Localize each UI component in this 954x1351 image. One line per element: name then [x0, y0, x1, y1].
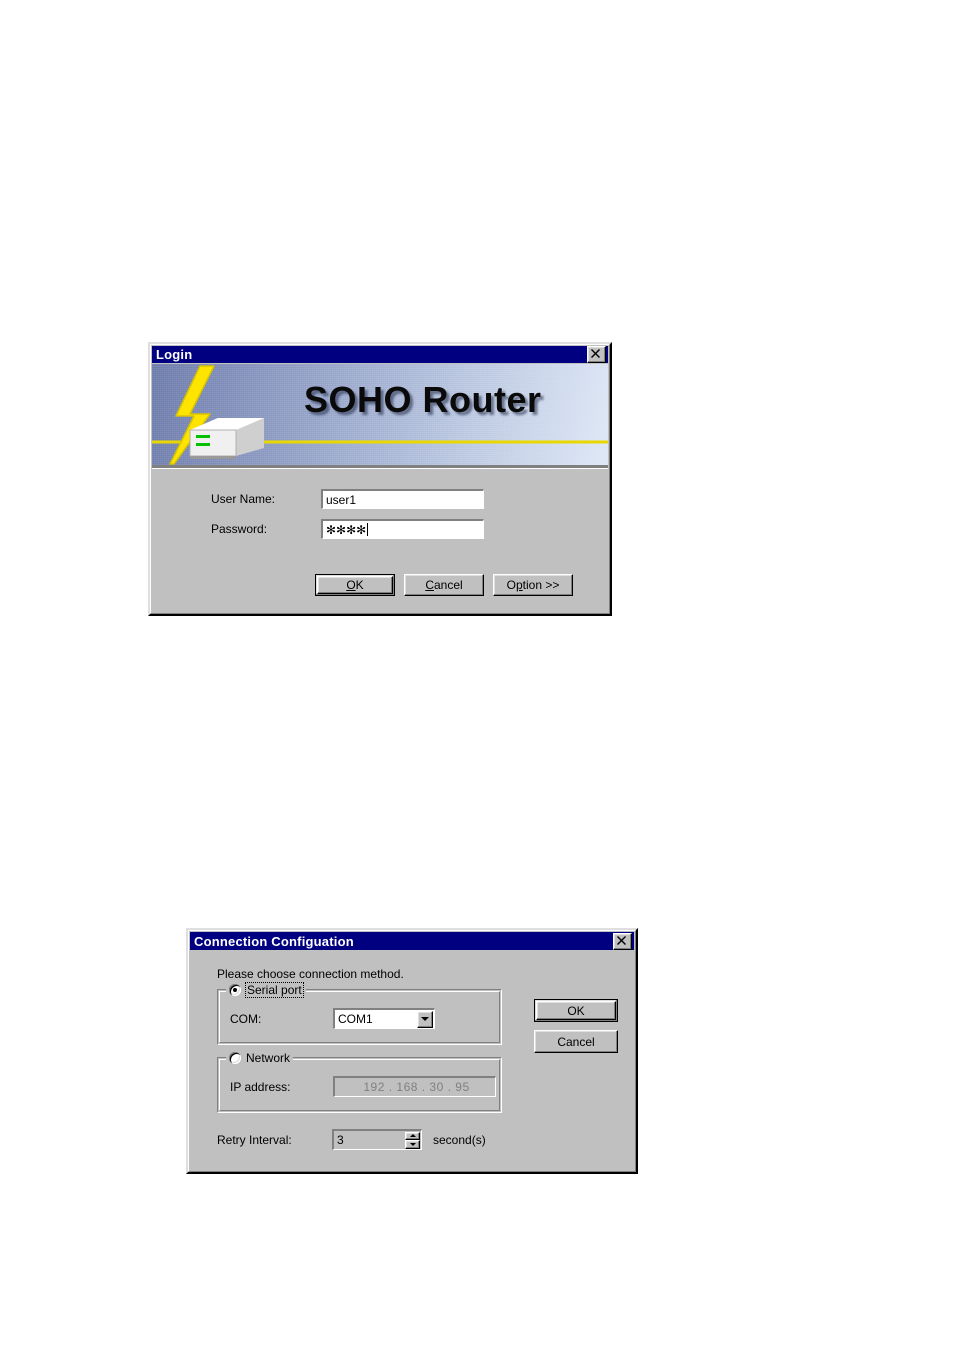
connection-prompt: Please choose connection method.: [217, 967, 404, 981]
username-row: User Name: user1: [211, 489, 484, 509]
cancel-accel-char: C: [425, 578, 434, 592]
connection-button-column: OK Cancel: [534, 999, 618, 1053]
connection-titlebar[interactable]: Connection Configuation: [190, 932, 634, 950]
cancel-button[interactable]: Cancel: [534, 1030, 618, 1053]
banner-divider: [152, 465, 608, 469]
retry-interval-label: Retry Interval:: [217, 1132, 292, 1147]
com-port-select[interactable]: COM1: [333, 1008, 435, 1029]
ok-button-label: OK: [567, 1003, 585, 1018]
ok-button[interactable]: OK: [534, 999, 618, 1022]
retry-interval-value: 3: [337, 1133, 344, 1147]
ok-accel-char: O: [346, 578, 356, 592]
chevron-down-icon[interactable]: [417, 1010, 433, 1028]
ip-address-row: IP address: 192 . 168 . 30 . 95: [230, 1076, 496, 1097]
soho-router-banner: SOHO Router: [152, 364, 608, 465]
password-masked-value: ✻✻✻✻: [326, 522, 367, 537]
com-row: COM: COM1: [230, 1008, 435, 1029]
cancel-rest-text: ancel: [433, 578, 463, 592]
close-icon[interactable]: [613, 932, 632, 950]
product-name: SOHO Router: [304, 379, 542, 420]
retry-interval-stepper[interactable]: 3: [332, 1129, 422, 1150]
option-accel-char: p: [515, 578, 523, 592]
ip-address-input[interactable]: 192 . 168 . 30 . 95: [333, 1076, 496, 1097]
password-row: Password: ✻✻✻✻: [211, 519, 484, 539]
login-dialog: Login SOHO Router User Name: user1 Passw…: [148, 342, 612, 616]
username-value: user1: [326, 492, 357, 507]
com-port-value: COM1: [338, 1012, 373, 1026]
close-icon[interactable]: [587, 346, 606, 363]
network-radio-row[interactable]: Network: [226, 1050, 294, 1065]
password-input[interactable]: ✻✻✻✻: [321, 519, 484, 539]
serial-port-label[interactable]: Serial port: [245, 981, 304, 998]
login-dialog-inner: Login SOHO Router User Name: user1 Passw…: [150, 344, 610, 614]
serial-port-radio[interactable]: [229, 983, 241, 996]
serial-port-radio-row[interactable]: Serial port: [226, 981, 306, 998]
retry-interval-row: Retry Interval: 3 second(s): [217, 1129, 486, 1150]
ok-button[interactable]: OK: [315, 574, 395, 596]
stepper-down-icon[interactable]: [405, 1140, 420, 1149]
cancel-button[interactable]: Cancel: [404, 574, 484, 596]
text-caret: [367, 523, 369, 536]
network-group: Network IP address: 192 . 168 . 30 . 95: [217, 1050, 502, 1113]
username-input[interactable]: user1: [321, 489, 484, 509]
login-title-text: Login: [156, 347, 193, 362]
option-rest-text: tion >>: [522, 578, 560, 592]
login-titlebar[interactable]: Login: [152, 346, 608, 363]
connection-title-text: Connection Configuation: [194, 933, 354, 949]
connection-dialog-body: Please choose connection method. Serial …: [189, 951, 635, 1171]
network-label[interactable]: Network: [246, 1051, 290, 1065]
connection-configuration-dialog: Connection Configuation Please choose co…: [186, 928, 638, 1174]
ip-address-value: 192 . 168 . 30 . 95: [363, 1080, 470, 1094]
option-button[interactable]: Option >>: [493, 574, 573, 596]
retry-interval-unit: second(s): [433, 1132, 486, 1147]
stepper-buttons[interactable]: [405, 1131, 420, 1149]
ok-rest-text: K: [355, 578, 364, 592]
serial-port-group: Serial port COM: COM1: [217, 981, 502, 1045]
password-label: Password:: [211, 522, 268, 536]
ip-address-label: IP address:: [230, 1079, 291, 1094]
connection-dialog-inner: Connection Configuation Please choose co…: [188, 930, 636, 1172]
network-radio[interactable]: [229, 1051, 241, 1064]
username-label: User Name:: [211, 492, 276, 506]
login-button-row: OK Cancel Option >>: [315, 574, 573, 596]
cancel-button-label: Cancel: [557, 1034, 595, 1049]
stepper-up-icon[interactable]: [405, 1131, 420, 1140]
com-label: COM:: [230, 1011, 262, 1026]
option-pre-text: O: [506, 578, 516, 592]
